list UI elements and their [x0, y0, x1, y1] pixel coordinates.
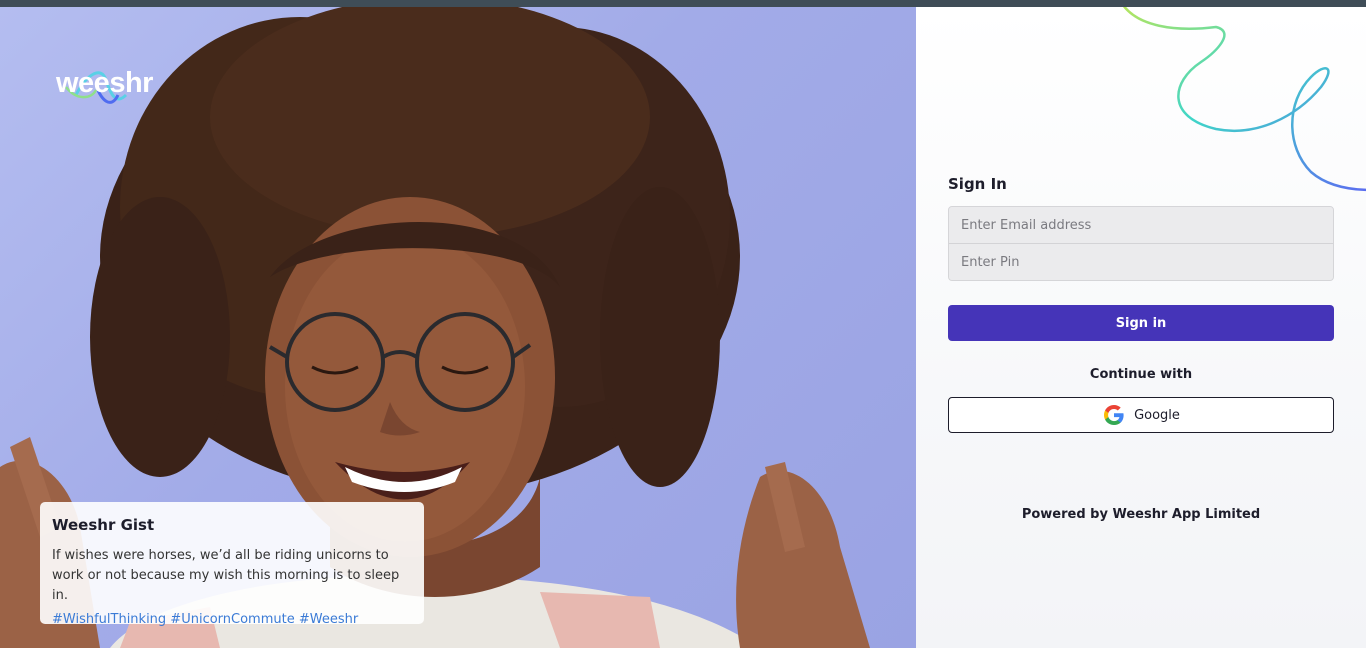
- signin-title: Sign In: [948, 175, 1007, 193]
- google-signin-button[interactable]: Google: [948, 397, 1334, 433]
- weeshr-logo: weeshr: [56, 65, 166, 113]
- credentials-fields: [948, 206, 1334, 281]
- signin-button[interactable]: Sign in: [948, 305, 1334, 341]
- gist-card: Weeshr Gist If wishes were horses, we’d …: [40, 502, 424, 627]
- signin-panel: Sign In Sign in Continue with Google Pow…: [916, 7, 1366, 648]
- gist-hashtags[interactable]: #WishfulThinking #UnicornCommute #Weeshr: [52, 612, 412, 627]
- hero-image-panel: weeshr Weeshr Gist If wishes were horses…: [0, 7, 916, 648]
- email-field[interactable]: [949, 207, 1333, 244]
- pin-field[interactable]: [949, 244, 1333, 280]
- google-label: Google: [1134, 407, 1180, 423]
- logo-text: weeshr: [56, 67, 153, 99]
- powered-by-text: Powered by Weeshr App Limited: [1021, 507, 1261, 522]
- google-g-icon: [1104, 405, 1124, 425]
- gist-text: If wishes were horses, we’d all be ridin…: [52, 548, 400, 603]
- top-bar: [0, 0, 1366, 7]
- gist-title: Weeshr Gist: [52, 516, 155, 534]
- continue-with-label: Continue with: [1089, 367, 1193, 382]
